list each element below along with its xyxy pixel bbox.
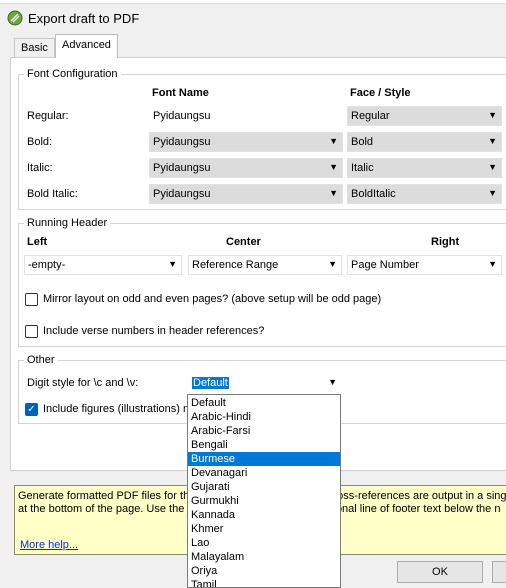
chevron-down-icon: ▼ — [328, 377, 337, 387]
face-style-header: Face / Style — [350, 87, 411, 99]
regular-face-select[interactable]: Regular ▼ — [347, 106, 502, 126]
header-center-select[interactable]: Reference Range ▼ — [188, 255, 342, 275]
bold-face-select[interactable]: Bold ▼ — [347, 132, 502, 152]
chevron-down-icon: ▼ — [329, 188, 338, 198]
dropdown-option[interactable]: Khmer — [188, 522, 340, 536]
italic-font-select[interactable]: Pyidaungsu ▼ — [149, 158, 343, 178]
italic-face-select[interactable]: Italic ▼ — [347, 158, 502, 178]
dropdown-option[interactable]: Arabic-Hindi — [188, 410, 340, 424]
bold-font-select[interactable]: Pyidaungsu ▼ — [149, 132, 343, 152]
dropdown-option[interactable]: Kannada — [188, 508, 340, 522]
chevron-down-icon: ▼ — [328, 259, 337, 269]
dropdown-option[interactable]: Tamil — [188, 578, 340, 587]
chevron-down-icon: ▼ — [329, 136, 338, 146]
digit-style-label: Digit style for \c and \v: — [27, 377, 139, 389]
chevron-down-icon: ▼ — [168, 259, 177, 269]
bold-italic-font-select[interactable]: Pyidaungsu ▼ — [149, 184, 343, 204]
chevron-down-icon: ▼ — [488, 110, 497, 120]
font-name-header: Font Name — [152, 87, 209, 99]
more-help-link[interactable]: More help... — [20, 539, 78, 551]
other-legend: Other — [24, 354, 58, 366]
dropdown-option[interactable]: Gurmukhi — [188, 494, 340, 508]
chevron-down-icon: ▼ — [488, 162, 497, 172]
app-logo-icon — [7, 10, 23, 26]
right-header: Right — [431, 236, 460, 248]
dropdown-option[interactable]: Burmese — [188, 452, 340, 466]
running-header-legend: Running Header — [24, 217, 111, 229]
include-figures-checkbox[interactable]: ✓ — [25, 403, 38, 416]
digit-style-dropdown-list[interactable]: Default Arabic-Hindi Arabic-Farsi Bengali Bu… — [187, 394, 341, 588]
regular-label: Regular: — [27, 110, 69, 122]
dropdown-option[interactable]: Oriya — [188, 564, 340, 578]
left-header: Left — [27, 236, 48, 248]
tab-basic[interactable]: Basic — [14, 38, 55, 57]
window-title: Export draft to PDF — [28, 11, 140, 26]
dropdown-option[interactable]: Malayalam — [188, 550, 340, 564]
chevron-down-icon: ▼ — [488, 136, 497, 146]
include-figures-label: Include figures (illustrations) m — [43, 403, 193, 415]
dropdown-option[interactable]: Gujarati — [188, 480, 340, 494]
regular-font-field[interactable]: Pyidaungsu — [149, 106, 343, 126]
bold-label: Bold: — [27, 136, 53, 148]
ok-button[interactable]: OK — [397, 561, 483, 583]
chevron-down-icon: ▼ — [488, 259, 497, 269]
chevron-down-icon: ▼ — [488, 188, 497, 198]
dropdown-option[interactable]: Bengali — [188, 438, 340, 452]
italic-label: Italic: — [27, 162, 53, 174]
font-configuration-legend: Font Configuration — [24, 68, 121, 80]
verse-numbers-label: Include verse numbers in header referenc… — [43, 325, 265, 337]
bold-italic-face-select[interactable]: BoldItalic ▼ — [347, 184, 502, 204]
center-header: Center — [226, 236, 261, 248]
dropdown-option[interactable]: Lao — [188, 536, 340, 550]
verse-numbers-checkbox[interactable] — [25, 325, 38, 338]
dropdown-option[interactable]: Devanagari — [188, 466, 340, 480]
bold-italic-label: Bold Italic: — [27, 188, 78, 200]
dropdown-option[interactable]: Default — [188, 396, 340, 410]
mirror-layout-label: Mirror layout on odd and even pages? (ab… — [43, 293, 382, 305]
header-left-select[interactable]: -empty- ▼ — [24, 255, 182, 275]
dropdown-option[interactable]: Arabic-Farsi — [188, 424, 340, 438]
tab-advanced[interactable]: Advanced — [55, 34, 118, 58]
chevron-down-icon: ▼ — [329, 162, 338, 172]
digit-style-select[interactable]: Default ▼ — [188, 373, 342, 393]
cancel-button-partial[interactable] — [492, 561, 506, 583]
mirror-layout-checkbox[interactable] — [25, 293, 38, 306]
header-right-select[interactable]: Page Number ▼ — [347, 255, 502, 275]
